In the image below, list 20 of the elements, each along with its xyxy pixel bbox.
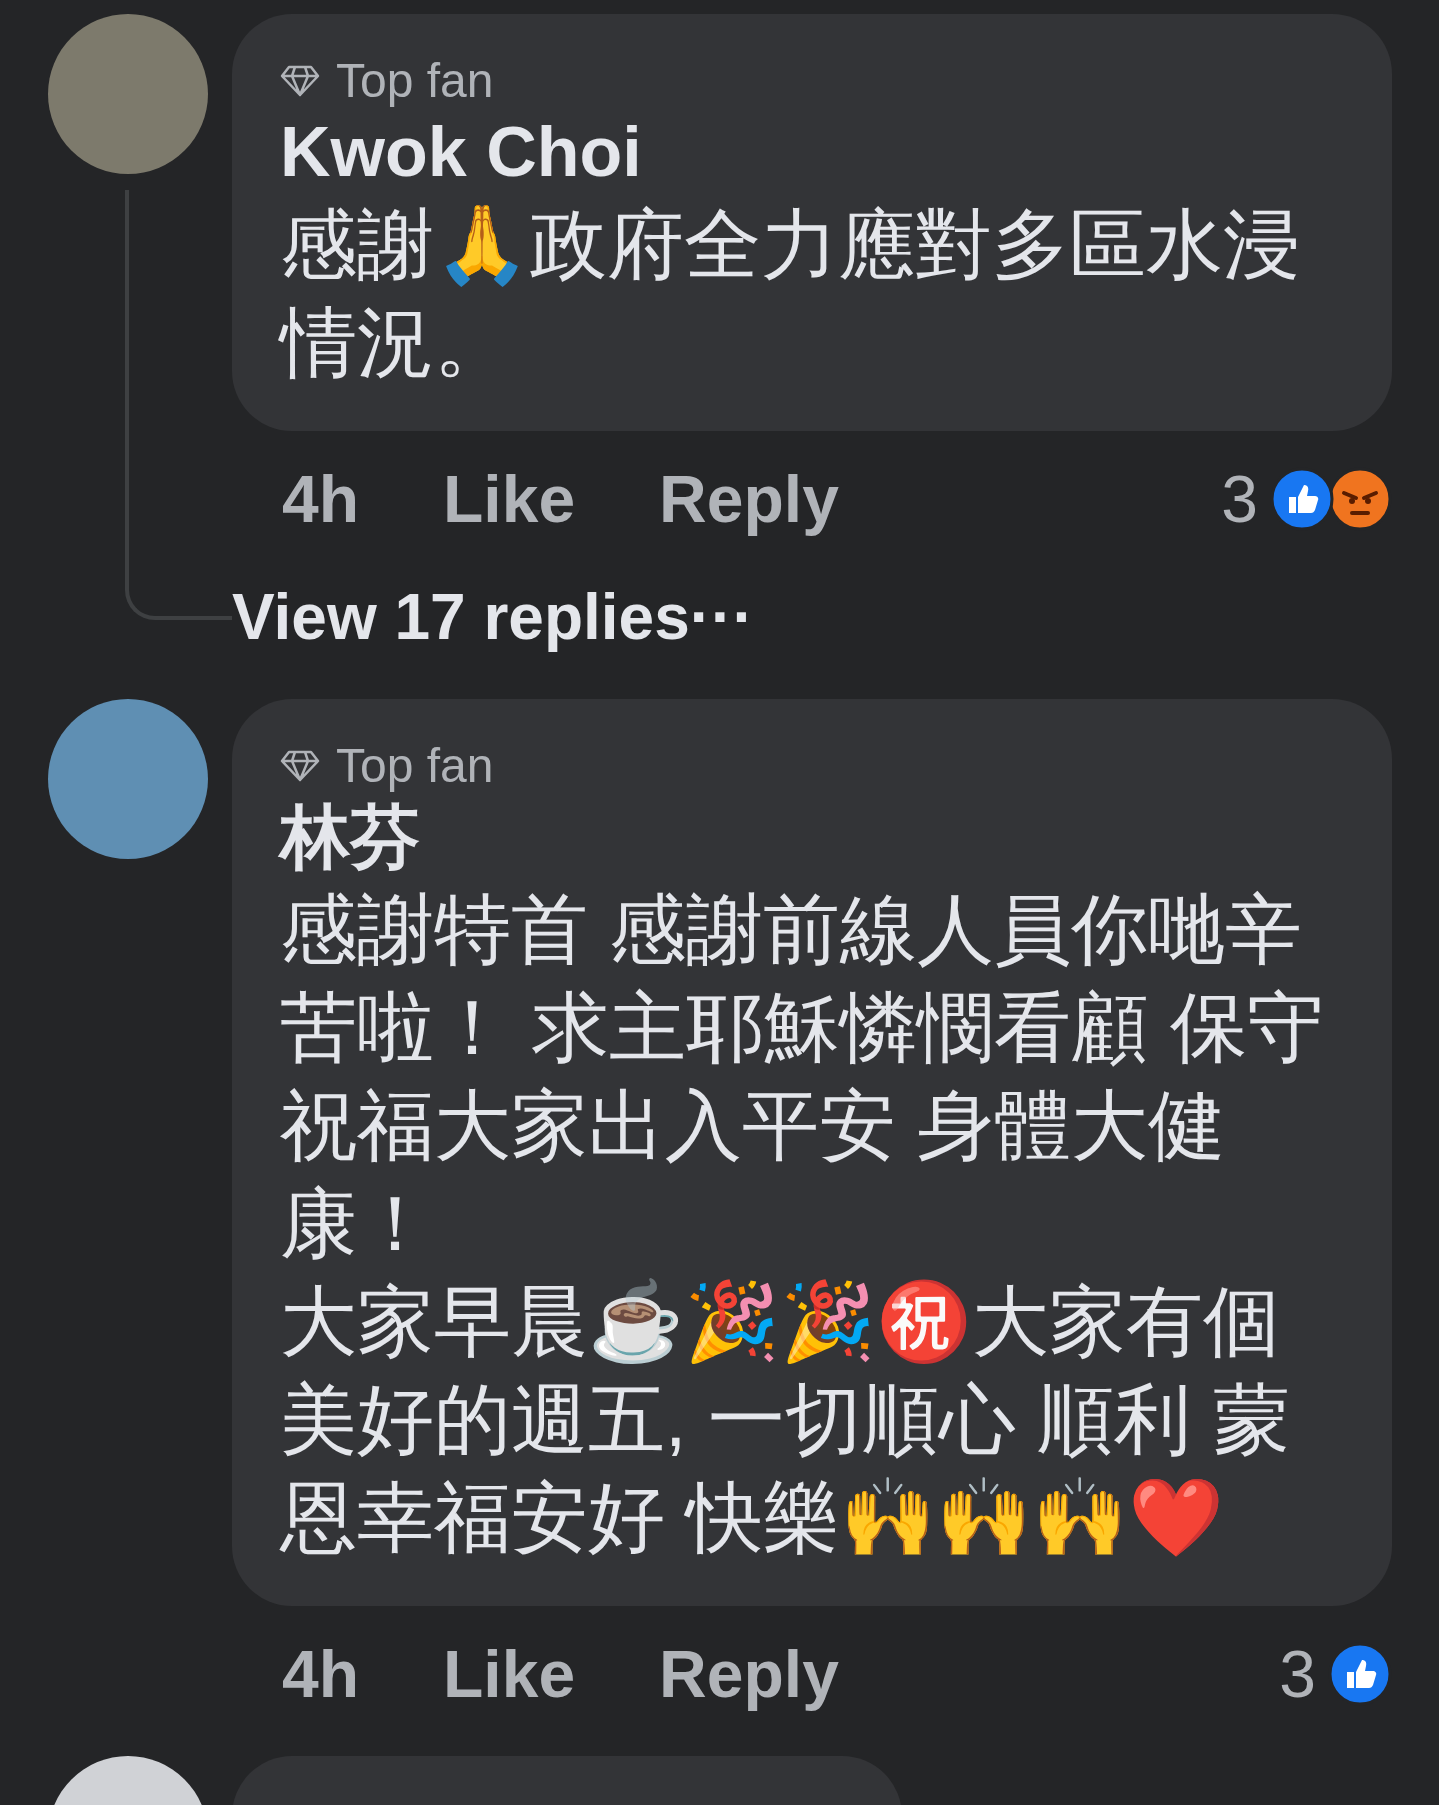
timestamp: 4h — [282, 460, 360, 538]
comment-text: 大家早晨☕🎉🎉㊗大家有個美好的週五, 一切順心 順利 蒙恩幸福安好 快樂🙌🙌🙌❤ — [280, 1277, 1291, 1562]
reply-link[interactable]: Reply — [659, 1624, 839, 1724]
author-name[interactable]: Kwok Choi — [280, 110, 1344, 195]
thumbs-up-icon — [1328, 1642, 1392, 1706]
timestamp: 4h — [282, 1635, 360, 1713]
reaction-count: 3 — [1221, 460, 1258, 538]
author-name[interactable]: 林芬 — [280, 795, 1344, 880]
diamond-icon — [280, 749, 320, 783]
reaction-count: 3 — [1279, 1635, 1316, 1713]
view-replies-link[interactable]: View 17 replies··· — [232, 577, 754, 657]
thumbs-up-icon — [1270, 467, 1334, 531]
like-link[interactable]: Like — [443, 449, 576, 549]
like-link[interactable]: Like — [443, 1624, 576, 1724]
top-fan-label: Top fan — [336, 53, 494, 109]
comment-text: 感謝🙏政府全力應對多區水浸情況。 — [280, 200, 1301, 387]
reply-link[interactable]: Reply — [659, 449, 839, 549]
top-fan-label: Top fan — [336, 738, 494, 794]
diamond-icon — [280, 64, 320, 98]
comment-text: 感謝特首 感謝前線人員你哋辛苦啦！ 求主耶穌憐憫看顧 保守祝福大家出入平安 身體大健康！ — [280, 885, 1325, 1268]
